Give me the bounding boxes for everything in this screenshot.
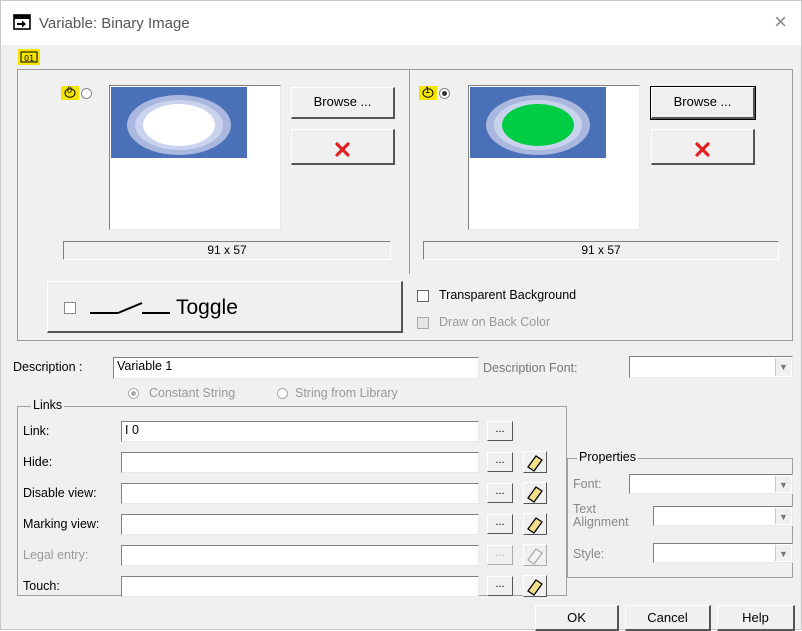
draw-on-back-color-label: Draw on Back Color [439,315,551,329]
binary-image-dialog: Variable: Binary Image × 01 0 Browse ... [0,0,802,631]
description-font-combo[interactable]: ▼ [629,356,793,378]
description-input[interactable]: Variable 1 [113,357,479,379]
chevron-down-icon: ▼ [775,508,791,524]
state-1-browse-button[interactable]: Browse ... [650,86,756,120]
transparent-background-checkbox[interactable] [417,290,429,302]
description-font-label: Description Font: [483,361,578,375]
touch-label: Touch: [23,579,60,593]
string-from-library-radio[interactable] [277,388,288,399]
ok-button[interactable]: OK [535,605,619,631]
marking-view-input[interactable] [121,514,479,535]
constant-string-label: Constant String [149,386,236,400]
legal-entry-input[interactable] [121,545,479,566]
disable-view-browse-button[interactable]: ... [487,483,513,503]
marking-view-browse-button[interactable]: ... [487,514,513,534]
eraser-icon [527,548,543,565]
text-alignment-label-line2: Alignment [573,515,629,529]
link-label: Link: [23,424,50,438]
state-0-size: 91 x 57 [63,241,391,260]
draw-on-back-color-checkbox[interactable] [417,317,429,329]
legal-entry-browse-button[interactable]: ... [487,545,513,565]
touch-clear-button[interactable] [523,575,547,597]
binary-image-icon [13,14,31,33]
state-1-delete-button[interactable] [651,129,755,165]
disable-view-input[interactable] [121,483,479,504]
link-value: I 0 [125,423,139,437]
red-x-icon [695,139,711,167]
hide-input[interactable] [121,452,479,473]
touch-input[interactable] [121,576,479,597]
state-1-badge-icon: 1 [419,85,437,103]
switch-icon [90,300,170,328]
state-0-image [111,87,247,158]
state-1-radio[interactable] [439,88,450,99]
properties-font-combo[interactable]: ▼ [629,474,793,494]
transparent-background-label: Transparent Background [439,288,577,302]
state-0-image-preview [109,85,281,230]
hide-browse-button[interactable]: ... [487,452,513,472]
states-divider [409,69,410,274]
chevron-down-icon: ▼ [775,545,791,561]
window-title: Variable: Binary Image [39,15,190,32]
chevron-down-icon: ▼ [775,476,791,492]
state-1-index: 1 [425,85,431,95]
state-0-radio[interactable] [81,88,92,99]
string-from-library-label: String from Library [295,386,398,400]
links-group-title: Links [31,398,65,412]
style-combo[interactable]: ▼ [653,543,793,563]
properties-font-label: Font: [573,477,602,491]
style-label: Style: [573,547,605,561]
text-alignment-label: Text Alignment [573,503,629,529]
state-1-image [470,87,606,158]
description-label: Description : [13,360,83,374]
constant-string-radio[interactable] [128,388,139,399]
eraser-icon [527,486,543,503]
description-value: Variable 1 [117,359,173,373]
legal-entry-clear-button[interactable] [523,544,547,566]
state-1-image-preview [468,85,640,230]
properties-group-title: Properties [577,450,638,464]
marking-view-label: Marking view: [23,517,100,531]
eraser-icon [527,579,543,596]
cancel-button[interactable]: Cancel [625,605,711,631]
touch-browse-button[interactable]: ... [487,576,513,596]
svg-text:01: 01 [24,54,34,63]
toggle-checkbox[interactable] [64,302,76,314]
marking-view-clear-button[interactable] [523,513,547,535]
chevron-down-icon: ▼ [775,358,791,376]
state-0-delete-button[interactable] [291,129,395,165]
state-0-badge-icon: 0 [61,85,79,103]
text-alignment-label-line1: Text [573,502,596,516]
eraser-icon [527,517,543,534]
legal-entry-label: Legal entry: [23,548,89,562]
eraser-icon [527,455,543,472]
disable-view-label: Disable view: [23,486,97,500]
disable-view-clear-button[interactable] [523,482,547,504]
hide-label: Hide: [23,455,53,469]
toggle-box: Toggle [47,281,403,333]
link-input[interactable]: I 0 [121,421,479,442]
text-alignment-combo[interactable]: ▼ [653,506,793,526]
link-browse-button[interactable]: ... [487,421,513,441]
red-x-icon [335,139,351,167]
close-icon[interactable]: × [774,11,787,33]
hide-clear-button[interactable] [523,451,547,473]
state-0-index: 0 [67,85,73,95]
toggle-label: Toggle [176,296,238,319]
state-1-size: 91 x 57 [423,241,779,260]
title-bar: Variable: Binary Image × [1,1,801,45]
state-0-browse-button[interactable]: Browse ... [291,87,395,119]
binary-state-icon: 01 [18,49,40,68]
help-button[interactable]: Help [717,605,795,631]
